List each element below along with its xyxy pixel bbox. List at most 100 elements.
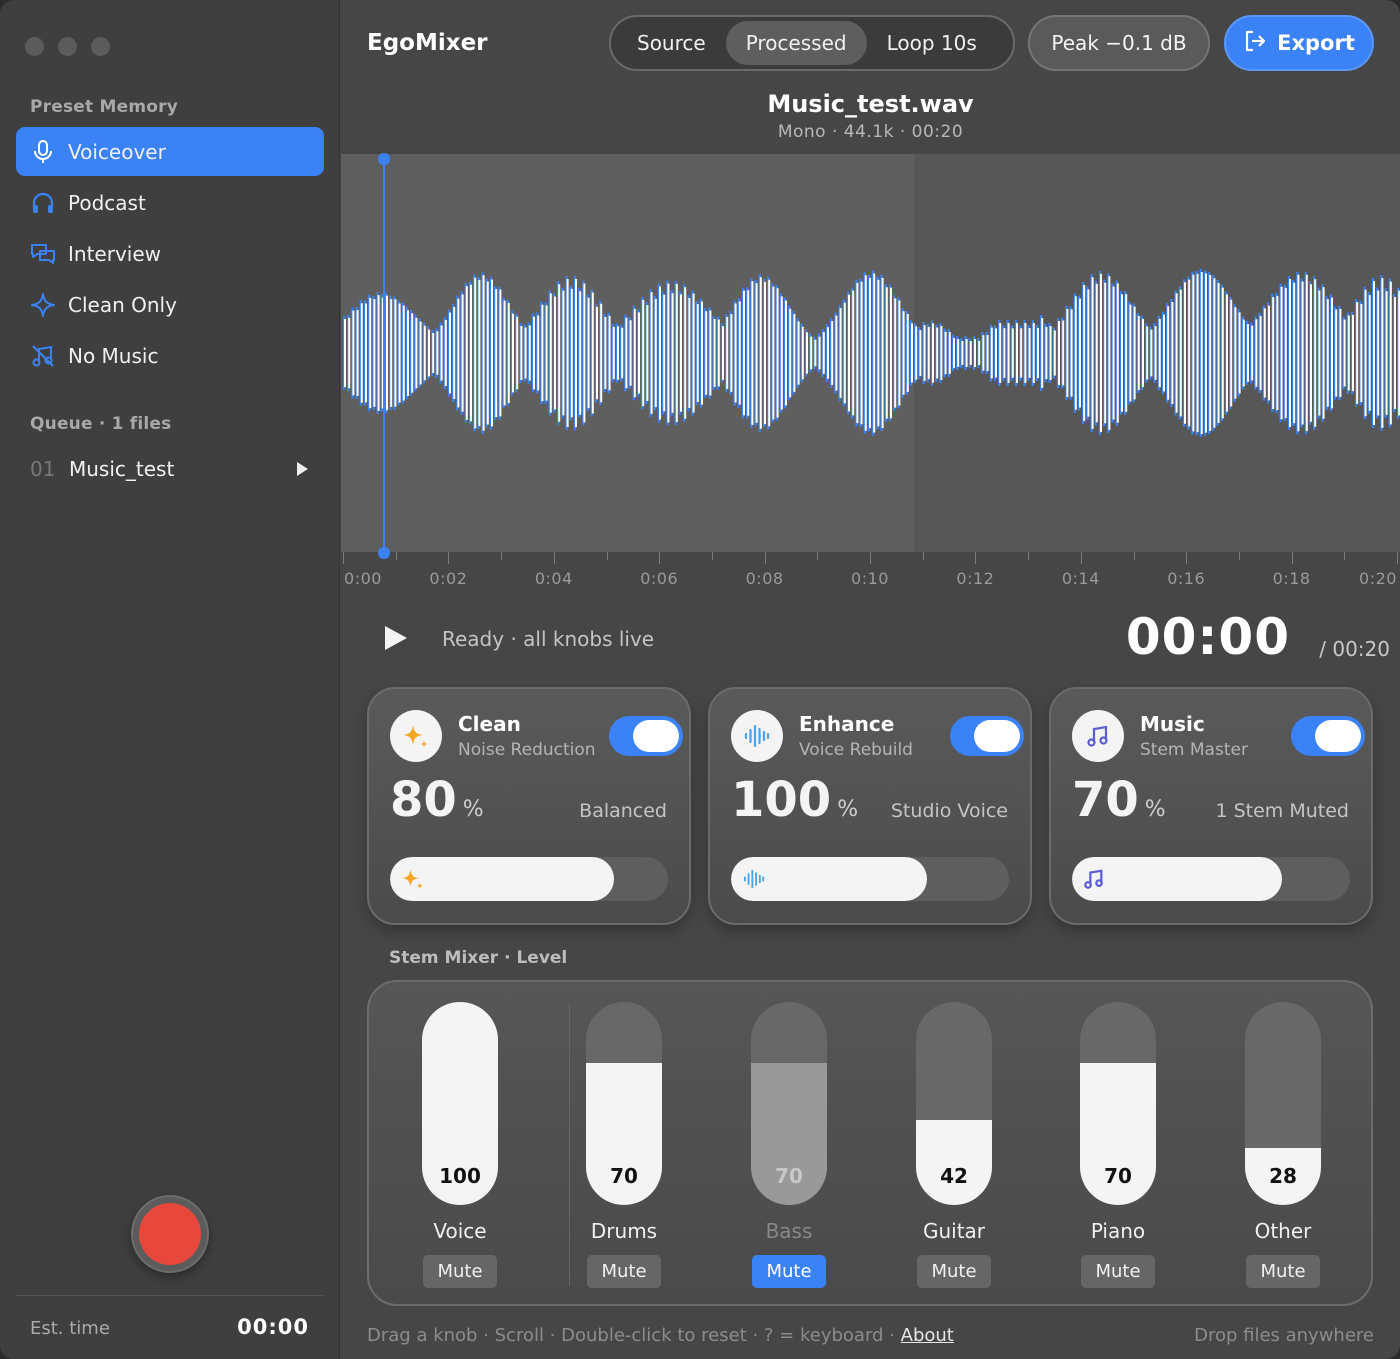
timeline-tick [922, 552, 924, 560]
timeline-tick [343, 552, 344, 564]
timeline-tick [553, 552, 555, 564]
timeline-tick [606, 552, 608, 560]
music-note-icon [1084, 869, 1103, 889]
queue-item[interactable]: 01 Music_test [30, 452, 308, 486]
stem-fader[interactable]: 70 [586, 1002, 662, 1205]
mode-source[interactable]: Source [617, 21, 726, 65]
timeline-label: 0:12 [956, 569, 995, 588]
stem-drums: 70 Drums Mute [586, 1002, 662, 1288]
stem-fader-fill [916, 1120, 992, 1205]
stem-piano: 70 Piano Mute [1080, 1002, 1156, 1288]
stem-value: 100 [439, 1164, 481, 1188]
timeline-label: 0:00 [344, 569, 382, 588]
timeline-tick [817, 552, 819, 560]
export-icon [1243, 29, 1267, 58]
mute-button[interactable]: Mute [423, 1255, 497, 1288]
mute-button[interactable]: Mute [1081, 1255, 1155, 1288]
divider [569, 1004, 570, 1286]
card-subtitle: Stem Master [1140, 740, 1248, 760]
close-window-button[interactable] [25, 37, 44, 56]
preset-item-podcast[interactable]: Podcast [16, 178, 324, 227]
mute-button[interactable]: Mute [587, 1255, 661, 1288]
clean-toggle[interactable] [609, 716, 683, 756]
stem-mixer-panel: 100 Voice Mute 70 Drums Mute 70 Bass Mute 42 Guita… [367, 980, 1373, 1306]
sparkle-icon [401, 869, 424, 890]
minimize-window-button[interactable] [58, 37, 77, 56]
preset-item-clean-only[interactable]: Clean Only [16, 280, 324, 329]
timeline-label: 0:20 [1359, 569, 1397, 588]
playhead[interactable] [378, 153, 390, 559]
card-value: 70% [1072, 772, 1166, 828]
timeline-label: 0:04 [534, 569, 573, 588]
zoom-window-button[interactable] [91, 37, 110, 56]
export-button[interactable]: Export [1224, 15, 1374, 71]
card-value-number: 80 [390, 772, 457, 828]
card-title: Clean [458, 712, 521, 736]
music-toggle[interactable] [1291, 716, 1365, 756]
card-description: Studio Voice [890, 800, 1008, 822]
preset-label: Clean Only [68, 292, 177, 317]
app-title: EgoMixer [367, 30, 488, 56]
stem-mixer-label: Stem Mixer · Level [389, 948, 568, 968]
app-window: Preset Memory Voiceover Podcast Intervie… [0, 0, 1400, 1359]
sidebar: Preset Memory Voiceover Podcast Intervie… [0, 0, 340, 1359]
stem-value: 70 [1104, 1164, 1132, 1188]
slider-fill [1072, 857, 1282, 901]
stem-fader[interactable]: 70 [751, 1002, 827, 1205]
enhance-toggle[interactable] [950, 716, 1024, 756]
preset-label: No Music [68, 343, 159, 368]
card-value-unit: % [462, 797, 484, 822]
record-button[interactable] [131, 1195, 209, 1273]
export-label: Export [1277, 31, 1355, 55]
peak-meter[interactable]: Peak −0.1 dB [1028, 15, 1210, 71]
enhance-slider[interactable] [731, 857, 1009, 901]
preset-item-no-music[interactable]: No Music [16, 331, 324, 380]
clean-slider[interactable] [390, 857, 668, 901]
card-subtitle: Voice Rebuild [799, 740, 913, 760]
waveform-icon [743, 869, 765, 889]
total-time: / 00:20 [1319, 637, 1390, 661]
music-slider[interactable] [1072, 857, 1350, 901]
preset-label: Interview [68, 241, 161, 266]
timeline-label: 0:06 [640, 569, 679, 588]
card-value: 80% [390, 772, 484, 828]
mute-button[interactable]: Mute [752, 1255, 826, 1288]
sparkle-icon [30, 292, 56, 318]
card-value: 100% [731, 772, 858, 828]
preset-list: Voiceover Podcast Interview Clean Only N… [16, 127, 324, 382]
preset-section-label: Preset Memory [30, 97, 178, 117]
file-name: Music_test.wav [767, 90, 974, 118]
mode-loop[interactable]: Loop 10s [867, 21, 997, 65]
mute-button[interactable]: Mute [1246, 1255, 1320, 1288]
preset-item-interview[interactable]: Interview [16, 229, 324, 278]
footer-hint: Drag a knob · Scroll · Double-click to r… [367, 1325, 954, 1346]
mute-button[interactable]: Mute [917, 1255, 991, 1288]
stem-fader[interactable]: 100 [422, 1002, 498, 1205]
stem-name: Voice [433, 1219, 487, 1243]
waveform[interactable] [341, 153, 1400, 559]
timeline-ruler[interactable]: 0:00 0:02 0:04 0:06 0:08 0:10 0:12 0:14 0:16 0:18… [341, 552, 1400, 592]
timeline-tick [764, 552, 766, 564]
preset-label: Voiceover [68, 139, 166, 164]
timeline-tick [501, 552, 503, 560]
queue-item-name: Music_test [69, 457, 175, 481]
queue-section-label: Queue · 1 files [30, 414, 172, 434]
preset-item-voiceover[interactable]: Voiceover [16, 127, 324, 176]
clean-card: Clean Noise Reduction 80% Balanced [367, 687, 691, 925]
divider [16, 1295, 324, 1296]
play-icon[interactable] [297, 462, 308, 476]
play-button[interactable] [385, 626, 407, 650]
timeline-tick [1238, 552, 1240, 560]
music-card: Music Stem Master 70% 1 Stem Muted [1049, 687, 1373, 925]
stem-fader[interactable]: 42 [916, 1002, 992, 1205]
about-link[interactable]: About [901, 1325, 954, 1346]
card-value-unit: % [837, 797, 859, 822]
stem-fader[interactable]: 70 [1080, 1002, 1156, 1205]
chat-bubbles-icon [30, 241, 56, 267]
queue-item-number: 01 [30, 457, 56, 481]
stem-fader[interactable]: 28 [1245, 1002, 1321, 1205]
main-panel: EgoMixer Source Processed Loop 10s Peak … [341, 0, 1400, 1359]
footer-hint-text: Drag a knob · Scroll · Double-click to r… [367, 1325, 901, 1346]
mode-processed[interactable]: Processed [725, 21, 867, 65]
card-value-number: 70 [1072, 772, 1139, 828]
